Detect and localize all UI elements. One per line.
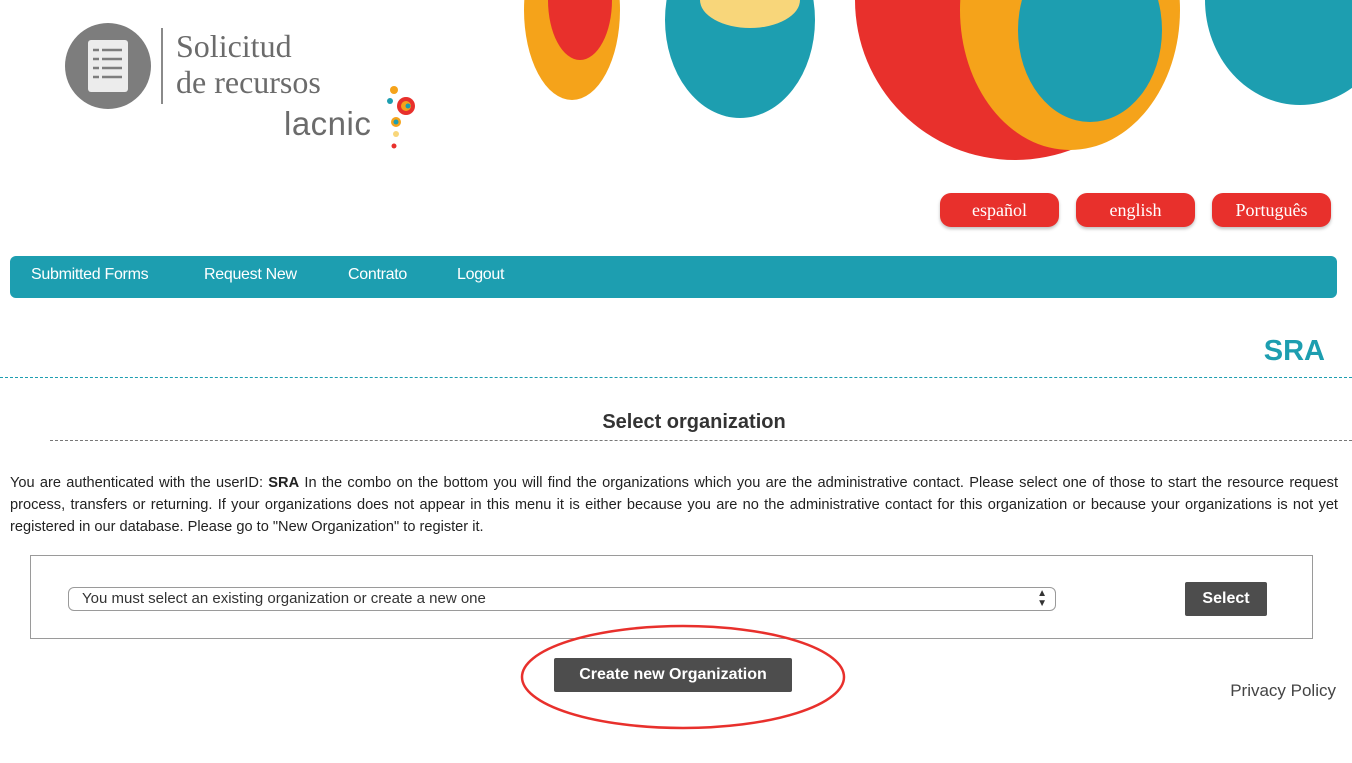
lacnic-brand: lacnic xyxy=(284,105,372,142)
main-navbar: Submitted Forms Request New Contrato Log… xyxy=(10,256,1337,298)
section-divider xyxy=(50,440,1352,441)
organization-select[interactable]: You must select an existing organization… xyxy=(68,587,1056,611)
title-divider xyxy=(0,377,1352,378)
intro-prefix: You are authenticated with the userID: xyxy=(10,475,264,491)
lacnic-dots-icon xyxy=(387,86,415,149)
lang-button-english[interactable]: english xyxy=(1076,193,1195,227)
nav-item-submitted-forms[interactable]: Submitted Forms xyxy=(31,256,149,294)
intro-text: You are authenticated with the userID: S… xyxy=(10,472,1338,538)
user-id: SRA xyxy=(268,475,300,491)
nav-item-logout[interactable]: Logout xyxy=(457,256,504,294)
decorative-bubbles xyxy=(524,0,1352,160)
select-button[interactable]: Select xyxy=(1185,582,1267,616)
nav-item-contrato[interactable]: Contrato xyxy=(348,256,407,294)
document-list-icon xyxy=(65,23,151,109)
nav-item-request-new[interactable]: Request New xyxy=(204,256,297,294)
privacy-policy-link[interactable]: Privacy Policy xyxy=(1230,680,1336,702)
lang-button-espanol[interactable]: español xyxy=(940,193,1059,227)
section-title: Select organization xyxy=(602,411,786,433)
organization-select-value: You must select an existing organization… xyxy=(82,590,486,607)
logo-title-line1: Solicitud xyxy=(176,28,292,64)
lang-button-portugues[interactable]: Português xyxy=(1212,193,1331,227)
select-arrows-icon: ▲ ▼ xyxy=(1037,588,1047,609)
page-title: SRA xyxy=(1263,335,1325,367)
logo-title-line2: de recursos xyxy=(176,64,321,100)
logo-divider xyxy=(161,28,163,104)
create-organization-button[interactable]: Create new Organization xyxy=(554,658,792,692)
